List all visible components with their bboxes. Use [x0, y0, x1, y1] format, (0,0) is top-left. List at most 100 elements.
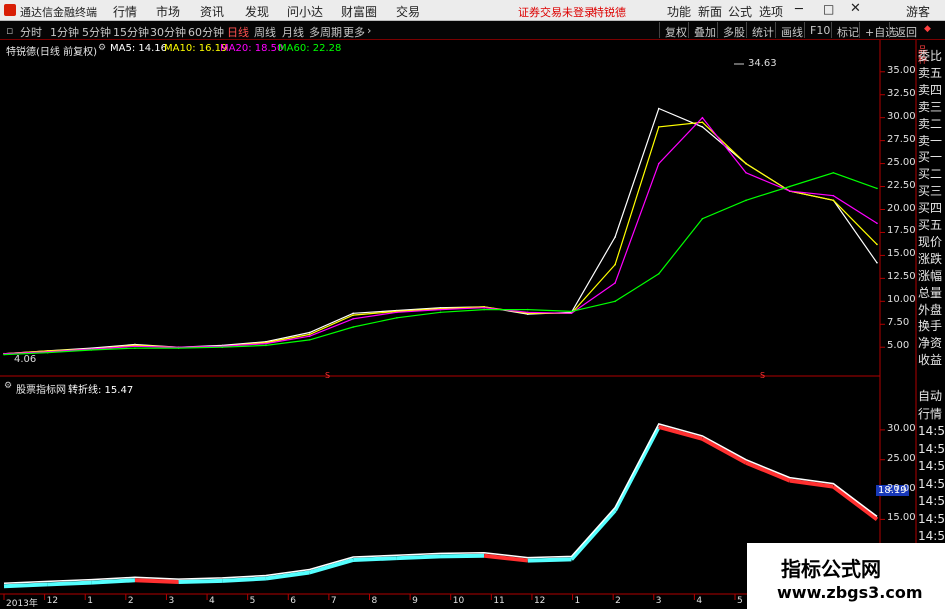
series-point-ma60 [570, 310, 573, 313]
series-point-ma10 [745, 162, 747, 165]
main-y-tick-label: 30.00 [887, 110, 916, 122]
quote-sub-label[interactable]: 14:50 [918, 423, 945, 439]
indicator-bar-segment [308, 558, 354, 575]
series-point-ma5 [352, 312, 355, 315]
quote-field-label[interactable]: 卖三 [918, 99, 942, 115]
main-y-tick-label: 32.50 [887, 87, 916, 99]
series-point-ma5 [701, 126, 704, 128]
quote-sub-label[interactable]: 14:50 [918, 458, 945, 474]
indicator-bar-segment [745, 460, 791, 483]
quote-sub-label[interactable]: 14:50 [918, 493, 945, 509]
sub-y-tick-label: 20.00 [887, 482, 916, 494]
series-point-ma10 [832, 199, 835, 202]
split-marker-2: S [760, 371, 765, 380]
kline-chart[interactable]: S S [0, 0, 945, 609]
quote-field-label[interactable]: 买五 [918, 217, 942, 233]
series-point-ma20 [614, 282, 616, 284]
quote-sub-label[interactable]: 行情 [918, 406, 942, 422]
series-point-ma10 [876, 243, 878, 246]
series-point-ma10 [308, 333, 311, 336]
quote-sub-label[interactable]: 14:50 [918, 441, 945, 457]
main-y-tick-label: 22.50 [887, 179, 916, 191]
series-point-ma60 [439, 311, 442, 314]
series-point-ma20 [265, 342, 267, 345]
indicator-bar-segment [832, 484, 879, 522]
quote-field-label[interactable]: 卖一 [918, 133, 942, 149]
series-point-ma60 [396, 317, 398, 319]
quote-field-label[interactable]: 净资 [918, 335, 942, 351]
quote-field-label[interactable]: 买二 [918, 166, 942, 182]
series-point-ma60 [788, 185, 791, 188]
split-marker-1: S [325, 371, 330, 380]
quote-sub-label[interactable]: 14:50 [918, 528, 945, 544]
series-point-ma60 [46, 351, 49, 354]
quote-field-label[interactable]: 卖四 [918, 82, 942, 98]
quote-field-label[interactable]: 换手 [918, 318, 942, 334]
x-tick-label: 1 [87, 596, 93, 606]
series-point-ma10 [657, 126, 660, 128]
ma60-label: MA60: 22.28 [278, 43, 342, 54]
indicator-bar-segment [134, 578, 179, 585]
quote-field-label[interactable]: 卖五 [918, 65, 942, 81]
main-y-tick-label: 27.50 [887, 133, 916, 145]
series-point-ma20 [352, 317, 355, 320]
x-tick-label: 8 [371, 596, 378, 606]
series-point-ma60 [483, 308, 485, 311]
quote-field-label[interactable]: 外盘 [918, 302, 942, 318]
series-point-ma20 [701, 116, 704, 119]
quote-field-label[interactable]: 收益 [918, 352, 942, 368]
indicator-bar-segment [440, 553, 485, 559]
series-point-ma20 [788, 190, 791, 192]
series-point-ma20 [745, 171, 747, 174]
series-point-ma10 [352, 314, 355, 316]
series-point-ma60 [745, 199, 747, 202]
x-tick-label: 9 [412, 596, 418, 606]
series-point-ma60 [265, 344, 267, 347]
main-y-tick-label: 20.00 [887, 202, 916, 214]
ma10-label: MA10: 16.19 [164, 43, 228, 54]
x-tick-label: 4 [209, 596, 215, 606]
quote-field-label[interactable]: 买一 [918, 149, 942, 165]
series-point-ma20 [876, 222, 878, 225]
quote-field-label[interactable]: 现价 [918, 234, 942, 250]
low-price-label: 4.06 [14, 354, 37, 365]
sub-settings-icon[interactable]: ⚙ [4, 381, 12, 391]
series-point-ma5 [657, 107, 660, 110]
indicator-bar-segment [353, 556, 397, 562]
x-tick-label: 3 [655, 596, 662, 606]
settings-icon[interactable]: ⚙ [98, 43, 106, 53]
series-point-ma60 [221, 346, 224, 349]
quote-field-label[interactable]: 涨幅 [918, 268, 942, 284]
quote-sub-label[interactable]: 自动 [918, 388, 942, 404]
sub-y-tick-label: 25.00 [887, 452, 916, 464]
quote-field-label[interactable]: 总量 [918, 285, 942, 301]
x-tick-label: 5 [737, 596, 743, 606]
indicator-bar-segment [789, 478, 834, 489]
series-point-ma20 [832, 194, 835, 197]
quote-field-label[interactable]: 涨跌 [918, 251, 942, 267]
indicator-bar-segment [47, 580, 92, 587]
x-tick-label: 2013年 [6, 599, 38, 609]
quote-sub-label[interactable]: 14:50 [918, 511, 945, 527]
quote-field-label[interactable]: 买四 [918, 200, 942, 216]
series-point-ma60 [90, 349, 93, 351]
series-point-ma60 [134, 347, 136, 349]
series-point-ma60 [701, 217, 704, 220]
high-price-label: 34.63 [748, 58, 777, 69]
series-point-ma60 [3, 353, 5, 356]
series-point-ma20 [396, 311, 398, 314]
quote-field-label[interactable]: 卖二 [918, 116, 942, 132]
series-point-ma60 [527, 308, 529, 311]
series-point-ma5 [308, 331, 311, 334]
indicator-bar-segment [701, 437, 748, 465]
indicator-bar-segment [396, 554, 441, 561]
quote-field-label[interactable]: 买三 [918, 183, 942, 199]
quote-sub-label[interactable]: 14:50 [918, 476, 945, 492]
quote-field-label[interactable]: 委比 [918, 48, 942, 64]
x-tick-label: 12 [46, 596, 59, 606]
main-y-tick-label: 5.00 [887, 340, 910, 352]
x-tick-label: 12 [533, 596, 546, 606]
x-tick-label: 1 [574, 596, 581, 606]
ma5-label: MA5: 14.16 [110, 43, 168, 54]
app-window: 通达信金融终端 行情 市场 资讯 发现 问小达 财富圈 交易 证券交易未登录 特… [0, 0, 945, 609]
